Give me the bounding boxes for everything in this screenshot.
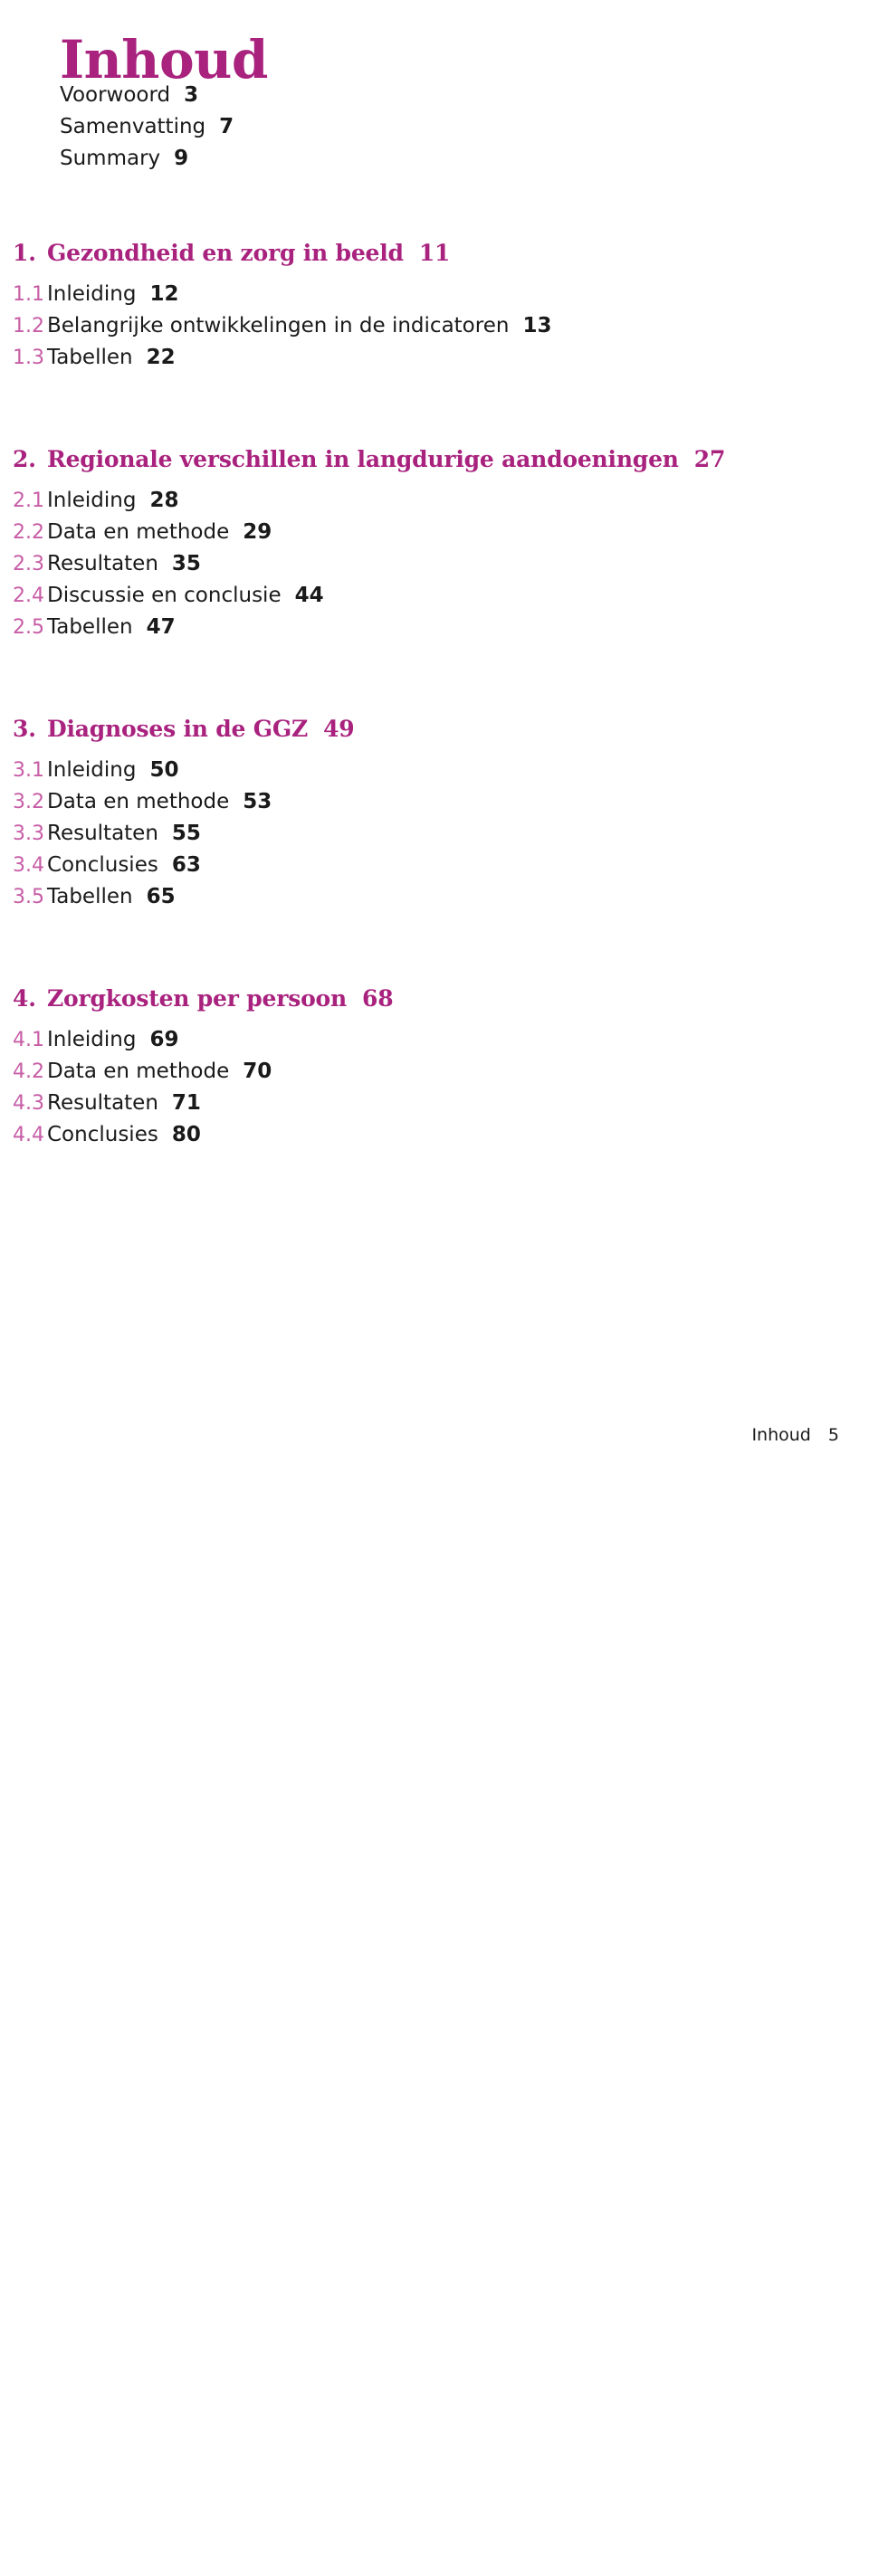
toc-entry-label: Summary	[60, 147, 161, 170]
section-number: 2.5	[13, 616, 44, 639]
section-label: Tabellen	[47, 885, 133, 908]
section-entry-1-3[interactable]: 1.3 Tabellen 22	[0, 346, 869, 377]
section-entry-3-3[interactable]: 3.3 Resultaten 55	[0, 822, 869, 853]
section-number: 3.5	[13, 886, 44, 908]
chapter-number: 4.	[13, 985, 36, 1012]
section-entry-4-2[interactable]: 4.2 Data en methode 70	[0, 1060, 869, 1091]
toc-page: Inhoud Voorwoord 3 Samenvatting 7 Summar…	[0, 0, 869, 1453]
section-number: 1.1	[13, 283, 44, 306]
section-number: 2.2	[13, 521, 44, 544]
section-label: Inleiding	[47, 282, 137, 306]
section-entry-4-1[interactable]: 4.1 Inleiding 69	[0, 1028, 869, 1060]
section-number: 3.3	[13, 822, 44, 845]
section-number: 2.4	[13, 585, 44, 607]
chapter-group-1: 1. Gezondheid en zorg in beeld 11 1.1 In…	[0, 240, 869, 377]
chapter-heading-1[interactable]: 1. Gezondheid en zorg in beeld 11	[0, 240, 869, 282]
section-label: Resultaten	[47, 552, 158, 575]
section-number: 2.3	[13, 553, 44, 575]
section-page: 80	[171, 1123, 201, 1146]
section-entry-4-4[interactable]: 4.4 Conclusies 80	[0, 1123, 869, 1155]
section-entry-3-2[interactable]: 3.2 Data en methode 53	[0, 790, 869, 822]
toc-entry-label: Voorwoord	[60, 83, 171, 107]
section-number: 4.4	[13, 1124, 44, 1146]
section-number: 1.2	[13, 315, 44, 337]
section-number: 3.1	[13, 759, 44, 782]
page-footer: Inhoud 5	[751, 1425, 839, 1445]
front-matter-group: Voorwoord 3 Samenvatting 7 Summary 9	[0, 83, 869, 178]
toc-entry-voorwoord[interactable]: Voorwoord 3	[0, 83, 869, 115]
chapter-number: 2.	[13, 446, 36, 472]
section-entry-3-5[interactable]: 3.5 Tabellen 65	[0, 885, 869, 917]
chapter-number: 1.	[13, 240, 36, 266]
page-title: Inhoud	[60, 28, 268, 90]
section-entry-2-2[interactable]: 2.2 Data en methode 29	[0, 520, 869, 552]
section-label: Tabellen	[47, 346, 133, 369]
section-label: Inleiding	[47, 758, 137, 782]
section-label: Conclusies	[47, 853, 158, 877]
chapter-heading-3[interactable]: 3. Diagnoses in de GGZ 49	[0, 716, 869, 758]
section-label: Conclusies	[47, 1123, 158, 1146]
section-number: 3.4	[13, 854, 44, 877]
section-label: Tabellen	[47, 615, 133, 639]
section-number: 4.2	[13, 1060, 44, 1083]
section-entry-1-1[interactable]: 1.1 Inleiding 12	[0, 282, 869, 314]
section-entry-2-1[interactable]: 2.1 Inleiding 28	[0, 489, 869, 520]
section-number: 3.2	[13, 791, 44, 813]
section-number: 4.1	[13, 1029, 44, 1051]
footer-page-number: 5	[827, 1425, 839, 1445]
section-number: 1.3	[13, 347, 44, 369]
section-label: Inleiding	[47, 489, 137, 512]
section-entry-4-3[interactable]: 4.3 Resultaten 71	[0, 1091, 869, 1123]
chapter-group-3: 3. Diagnoses in de GGZ 49 3.1 Inleiding …	[0, 716, 869, 917]
toc-list: Voorwoord 3 Samenvatting 7 Summary 9 1. …	[0, 83, 869, 1155]
chapter-heading-4[interactable]: 4. Zorgkosten per persoon 68	[0, 985, 869, 1028]
section-label: Resultaten	[47, 822, 158, 845]
section-entry-2-3[interactable]: 2.3 Resultaten 35	[0, 552, 869, 584]
section-label: Resultaten	[47, 1091, 158, 1115]
section-entry-2-4[interactable]: 2.4 Discussie en conclusie 44	[0, 584, 869, 615]
toc-entry-samenvatting[interactable]: Samenvatting 7	[0, 115, 869, 147]
toc-entry-summary[interactable]: Summary 9	[0, 147, 869, 178]
section-number: 4.3	[13, 1092, 44, 1115]
footer-label: Inhoud	[751, 1425, 811, 1445]
section-entry-3-4[interactable]: 3.4 Conclusies 63	[0, 853, 869, 885]
chapter-group-4: 4. Zorgkosten per persoon 68 4.1 Inleidi…	[0, 985, 869, 1155]
section-label: Inleiding	[47, 1028, 137, 1051]
section-entry-3-1[interactable]: 3.1 Inleiding 50	[0, 758, 869, 790]
chapter-number: 3.	[13, 716, 36, 742]
section-entry-2-5[interactable]: 2.5 Tabellen 47	[0, 615, 869, 647]
section-number: 2.1	[13, 490, 44, 512]
